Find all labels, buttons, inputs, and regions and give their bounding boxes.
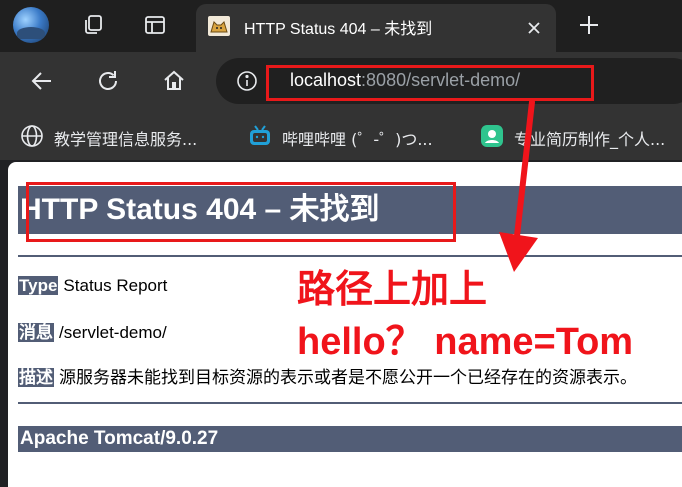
message-row: 消息/servlet-demo/: [18, 318, 167, 343]
bilibili-icon: [248, 124, 272, 148]
reload-icon[interactable]: [92, 65, 124, 97]
bookmark-label: 哔哩哔哩 (゜-゜)つ...: [282, 130, 433, 149]
navigation-toolbar: localhost:8080/servlet-demo/: [0, 52, 682, 110]
profile-avatar[interactable]: [13, 7, 49, 43]
description-row: 描述 源服务器未能找到目标资源的表示或者是不愿公开一个已经存在的资源表示。: [18, 363, 637, 388]
home-icon[interactable]: [158, 65, 190, 97]
tab-strip: HTTP Status 404 – 未找到: [0, 0, 682, 52]
annotation-line2: hello？ name=Tom: [297, 321, 634, 363]
close-tab-icon[interactable]: [522, 16, 546, 40]
workspaces-icon[interactable]: [78, 10, 108, 40]
description-value: 源服务器未能找到目标资源的表示或者是不愿公开一个已经存在的资源表示。: [59, 368, 637, 387]
resume-site-icon: [480, 124, 504, 148]
page-heading: HTTP Status 404 – 未找到: [18, 186, 682, 234]
annotation-line1: 路径上加上: [297, 269, 488, 311]
server-footer: Apache Tomcat/9.0.27: [18, 426, 682, 452]
browser-window: HTTP Status 404 – 未找到 localhost:8080/ser…: [0, 0, 682, 487]
tomcat-favicon-icon: [208, 16, 230, 36]
divider: [18, 255, 682, 257]
bookmark-label: 教学管理信息服务...: [54, 130, 198, 149]
tab-actions-icon[interactable]: [140, 10, 170, 40]
url-text[interactable]: localhost:8080/servlet-demo/: [290, 70, 520, 91]
bookmarks-bar: 教学管理信息服务... 哔哩哔哩 (゜-゜)つ... 专业简历制作_个人...: [0, 110, 682, 160]
bookmark-label: 专业简历制作_个人...: [514, 130, 666, 149]
tab-active[interactable]: HTTP Status 404 – 未找到: [196, 4, 556, 52]
message-label: 消息: [18, 323, 54, 342]
divider: [18, 402, 682, 404]
url-host: localhost: [290, 70, 362, 90]
tab-title: HTTP Status 404 – 未找到: [244, 21, 433, 38]
type-row: Type Status Report: [18, 276, 167, 296]
address-bar[interactable]: localhost:8080/servlet-demo/: [216, 58, 682, 104]
message-value: /servlet-demo/: [59, 323, 167, 342]
type-label: Type: [18, 276, 59, 295]
new-tab-icon[interactable]: [574, 10, 604, 40]
site-info-icon[interactable]: [236, 70, 258, 92]
globe-icon: [20, 124, 44, 148]
description-label: 描述: [18, 368, 54, 387]
type-value: Status Report: [63, 276, 168, 295]
url-path: :8080/servlet-demo/: [361, 70, 521, 90]
back-arrow-icon[interactable]: [26, 65, 58, 97]
